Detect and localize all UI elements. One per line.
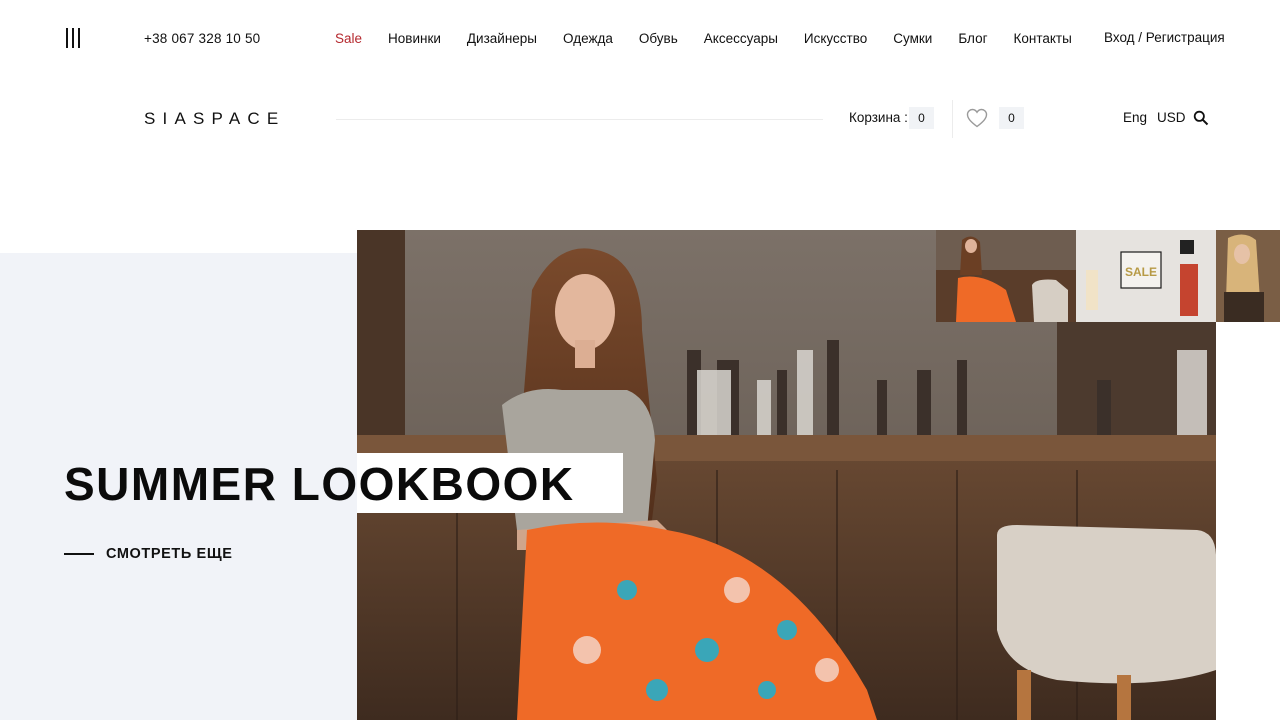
currency-switcher[interactable]: USD (1157, 110, 1186, 125)
nav-item-art[interactable]: Искусство (804, 31, 867, 46)
brand-bar: SIASPACE Корзина : 0 0 Eng USD (0, 92, 1280, 148)
nav-item-shoes[interactable]: Обувь (639, 31, 678, 46)
nav-item-blog[interactable]: Блог (958, 31, 987, 46)
thumbnail-portrait[interactable] (1216, 230, 1280, 322)
thumbnail-lookbook[interactable] (936, 230, 1076, 322)
top-bar: +38 067 328 10 50 Sale Новинки Дизайнеры… (0, 0, 1280, 78)
main-nav: Sale Новинки Дизайнеры Одежда Обувь Аксе… (335, 31, 1072, 46)
phone-number[interactable]: +38 067 328 10 50 (144, 31, 260, 46)
see-more-link[interactable]: СМОТРЕТЬ ЕЩЕ (64, 544, 232, 564)
sale-thumb-text: SALE (1125, 265, 1157, 279)
cart-label[interactable]: Корзина : (849, 110, 908, 125)
nav-item-accessories[interactable]: Аксессуары (704, 31, 778, 46)
see-more-label: СМОТРЕТЬ ЕЩЕ (106, 546, 233, 562)
thumbnail-sale[interactable]: SALE (1076, 230, 1216, 322)
header-divider (336, 119, 823, 120)
vertical-divider (952, 100, 953, 138)
hamburger-menu-icon[interactable] (66, 28, 82, 48)
nav-item-new[interactable]: Новинки (388, 31, 441, 46)
search-icon[interactable] (1193, 110, 1209, 126)
nav-item-designers[interactable]: Дизайнеры (467, 31, 537, 46)
favorites-count-badge[interactable]: 0 (999, 107, 1024, 129)
nav-item-sale[interactable]: Sale (335, 31, 362, 46)
language-switcher[interactable]: Eng (1123, 110, 1147, 125)
login-register-link[interactable]: Вход / Регистрация (1104, 30, 1225, 45)
thumbnail-strip: SALE (936, 230, 1280, 322)
hero-title: SUMMER LOOKBOOK (64, 458, 575, 510)
site-logo[interactable]: SIASPACE (144, 109, 285, 129)
nav-item-clothing[interactable]: Одежда (563, 31, 613, 46)
cart-count-badge[interactable]: 0 (909, 107, 934, 129)
nav-item-contacts[interactable]: Контакты (1014, 31, 1072, 46)
nav-item-bags[interactable]: Сумки (893, 31, 932, 46)
heart-icon[interactable] (966, 108, 988, 128)
see-more-dash (64, 553, 94, 555)
